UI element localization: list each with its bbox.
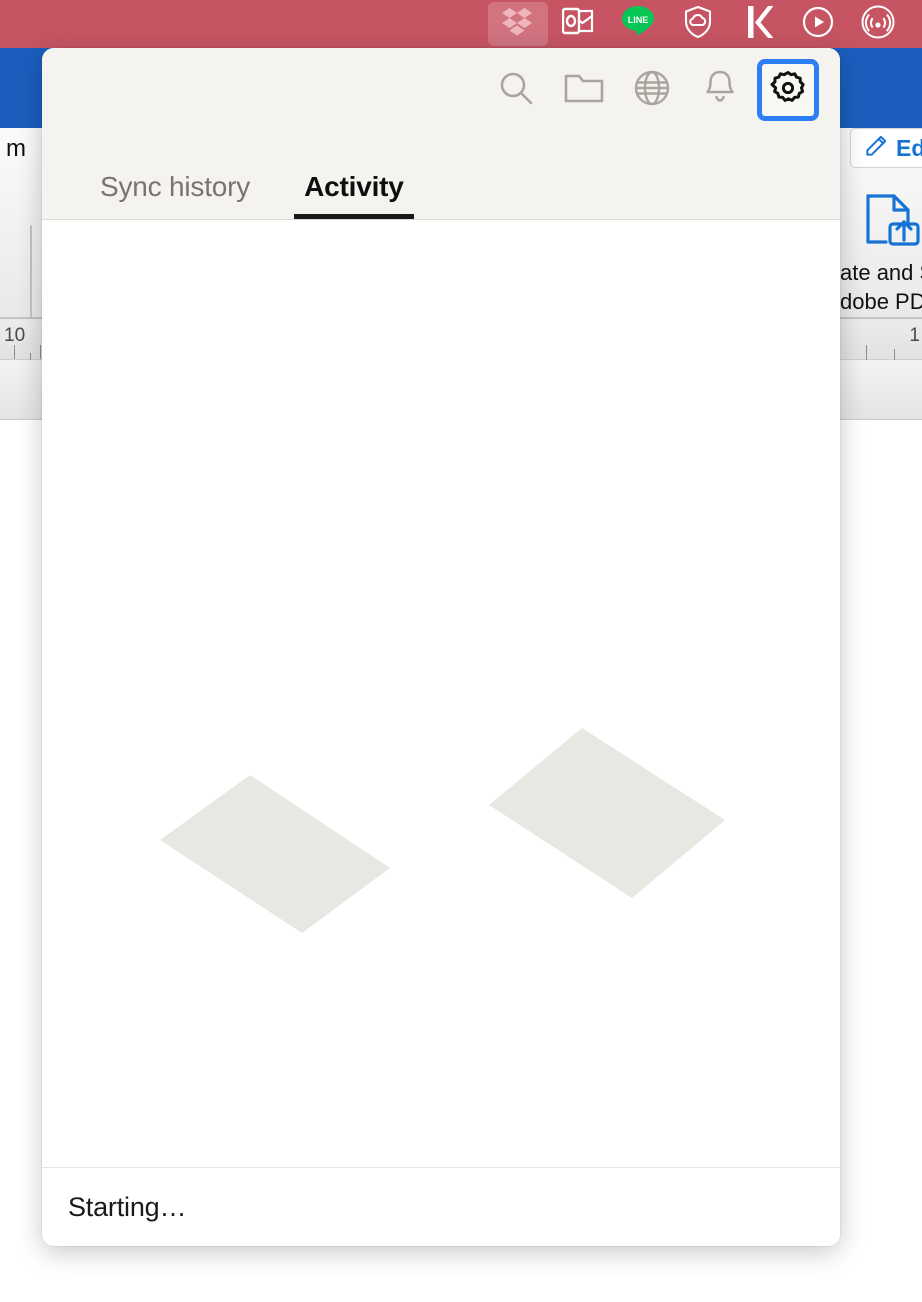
scroll-indicator <box>30 225 32 325</box>
folder-icon <box>563 68 605 113</box>
document-upload-icon[interactable] <box>858 192 922 259</box>
gear-icon <box>769 69 807 112</box>
empty-state-illustration <box>42 220 840 1167</box>
pencil-icon <box>863 133 889 164</box>
ruler-marker-right: 1 <box>909 325 920 346</box>
popup-tabs: Sync history Activity <box>42 132 840 220</box>
play-circle-icon <box>802 6 834 43</box>
globe-icon <box>632 68 672 113</box>
menubar-item-kindle[interactable] <box>728 2 788 46</box>
ruler-tick <box>40 345 41 359</box>
adobe-pdf-caption-line2: dobe PD <box>840 289 922 314</box>
menubar-item-dropbox[interactable] <box>488 2 548 46</box>
outlook-icon <box>561 7 594 42</box>
settings-button[interactable] <box>757 59 819 121</box>
ruler-tick <box>866 345 867 361</box>
popup-toolbar <box>42 48 840 132</box>
search-icon <box>496 68 536 113</box>
kindle-icon <box>743 5 774 44</box>
adobe-edit-label: Ed <box>896 134 922 161</box>
dropbox-icon <box>501 7 535 42</box>
status-text: Starting… <box>68 1191 187 1222</box>
globe-button[interactable] <box>626 64 678 116</box>
menubar-item-airplay[interactable] <box>848 2 908 46</box>
menubar-item-security[interactable] <box>668 2 728 46</box>
activity-panel <box>42 220 840 1168</box>
folder-button[interactable] <box>558 64 610 116</box>
bell-icon <box>701 68 739 113</box>
security-shield-icon <box>682 5 714 44</box>
notifications-button[interactable] <box>694 64 746 116</box>
tab-activity[interactable]: Activity <box>294 171 414 219</box>
ruler-marker-left: 10 <box>4 325 26 346</box>
dropbox-popup: Sync history Activity Starting… <box>42 48 840 1246</box>
ruler-tick <box>14 345 15 359</box>
system-menu-bar: LINE <box>0 0 922 48</box>
menubar-item-play[interactable] <box>788 2 848 46</box>
adobe-pdf-caption-line1: ate and S <box>840 260 922 285</box>
adobe-edit-button[interactable]: Ed <box>850 128 922 168</box>
svg-text:LINE: LINE <box>628 15 649 25</box>
menubar-item-outlook[interactable] <box>548 2 608 46</box>
tab-sync-history[interactable]: Sync history <box>90 171 260 219</box>
line-icon: LINE <box>621 5 655 43</box>
menubar-item-line[interactable]: LINE <box>608 2 668 46</box>
popup-status-bar: Starting… <box>42 1168 840 1246</box>
search-button[interactable] <box>490 64 542 116</box>
popup-header: Sync history Activity <box>42 48 840 220</box>
airplay-icon <box>861 5 895 44</box>
screen: l m Ed ate and S dobe PD 10 1 <box>0 0 922 1302</box>
adobe-pdf-caption: ate and S dobe PD <box>840 258 922 316</box>
